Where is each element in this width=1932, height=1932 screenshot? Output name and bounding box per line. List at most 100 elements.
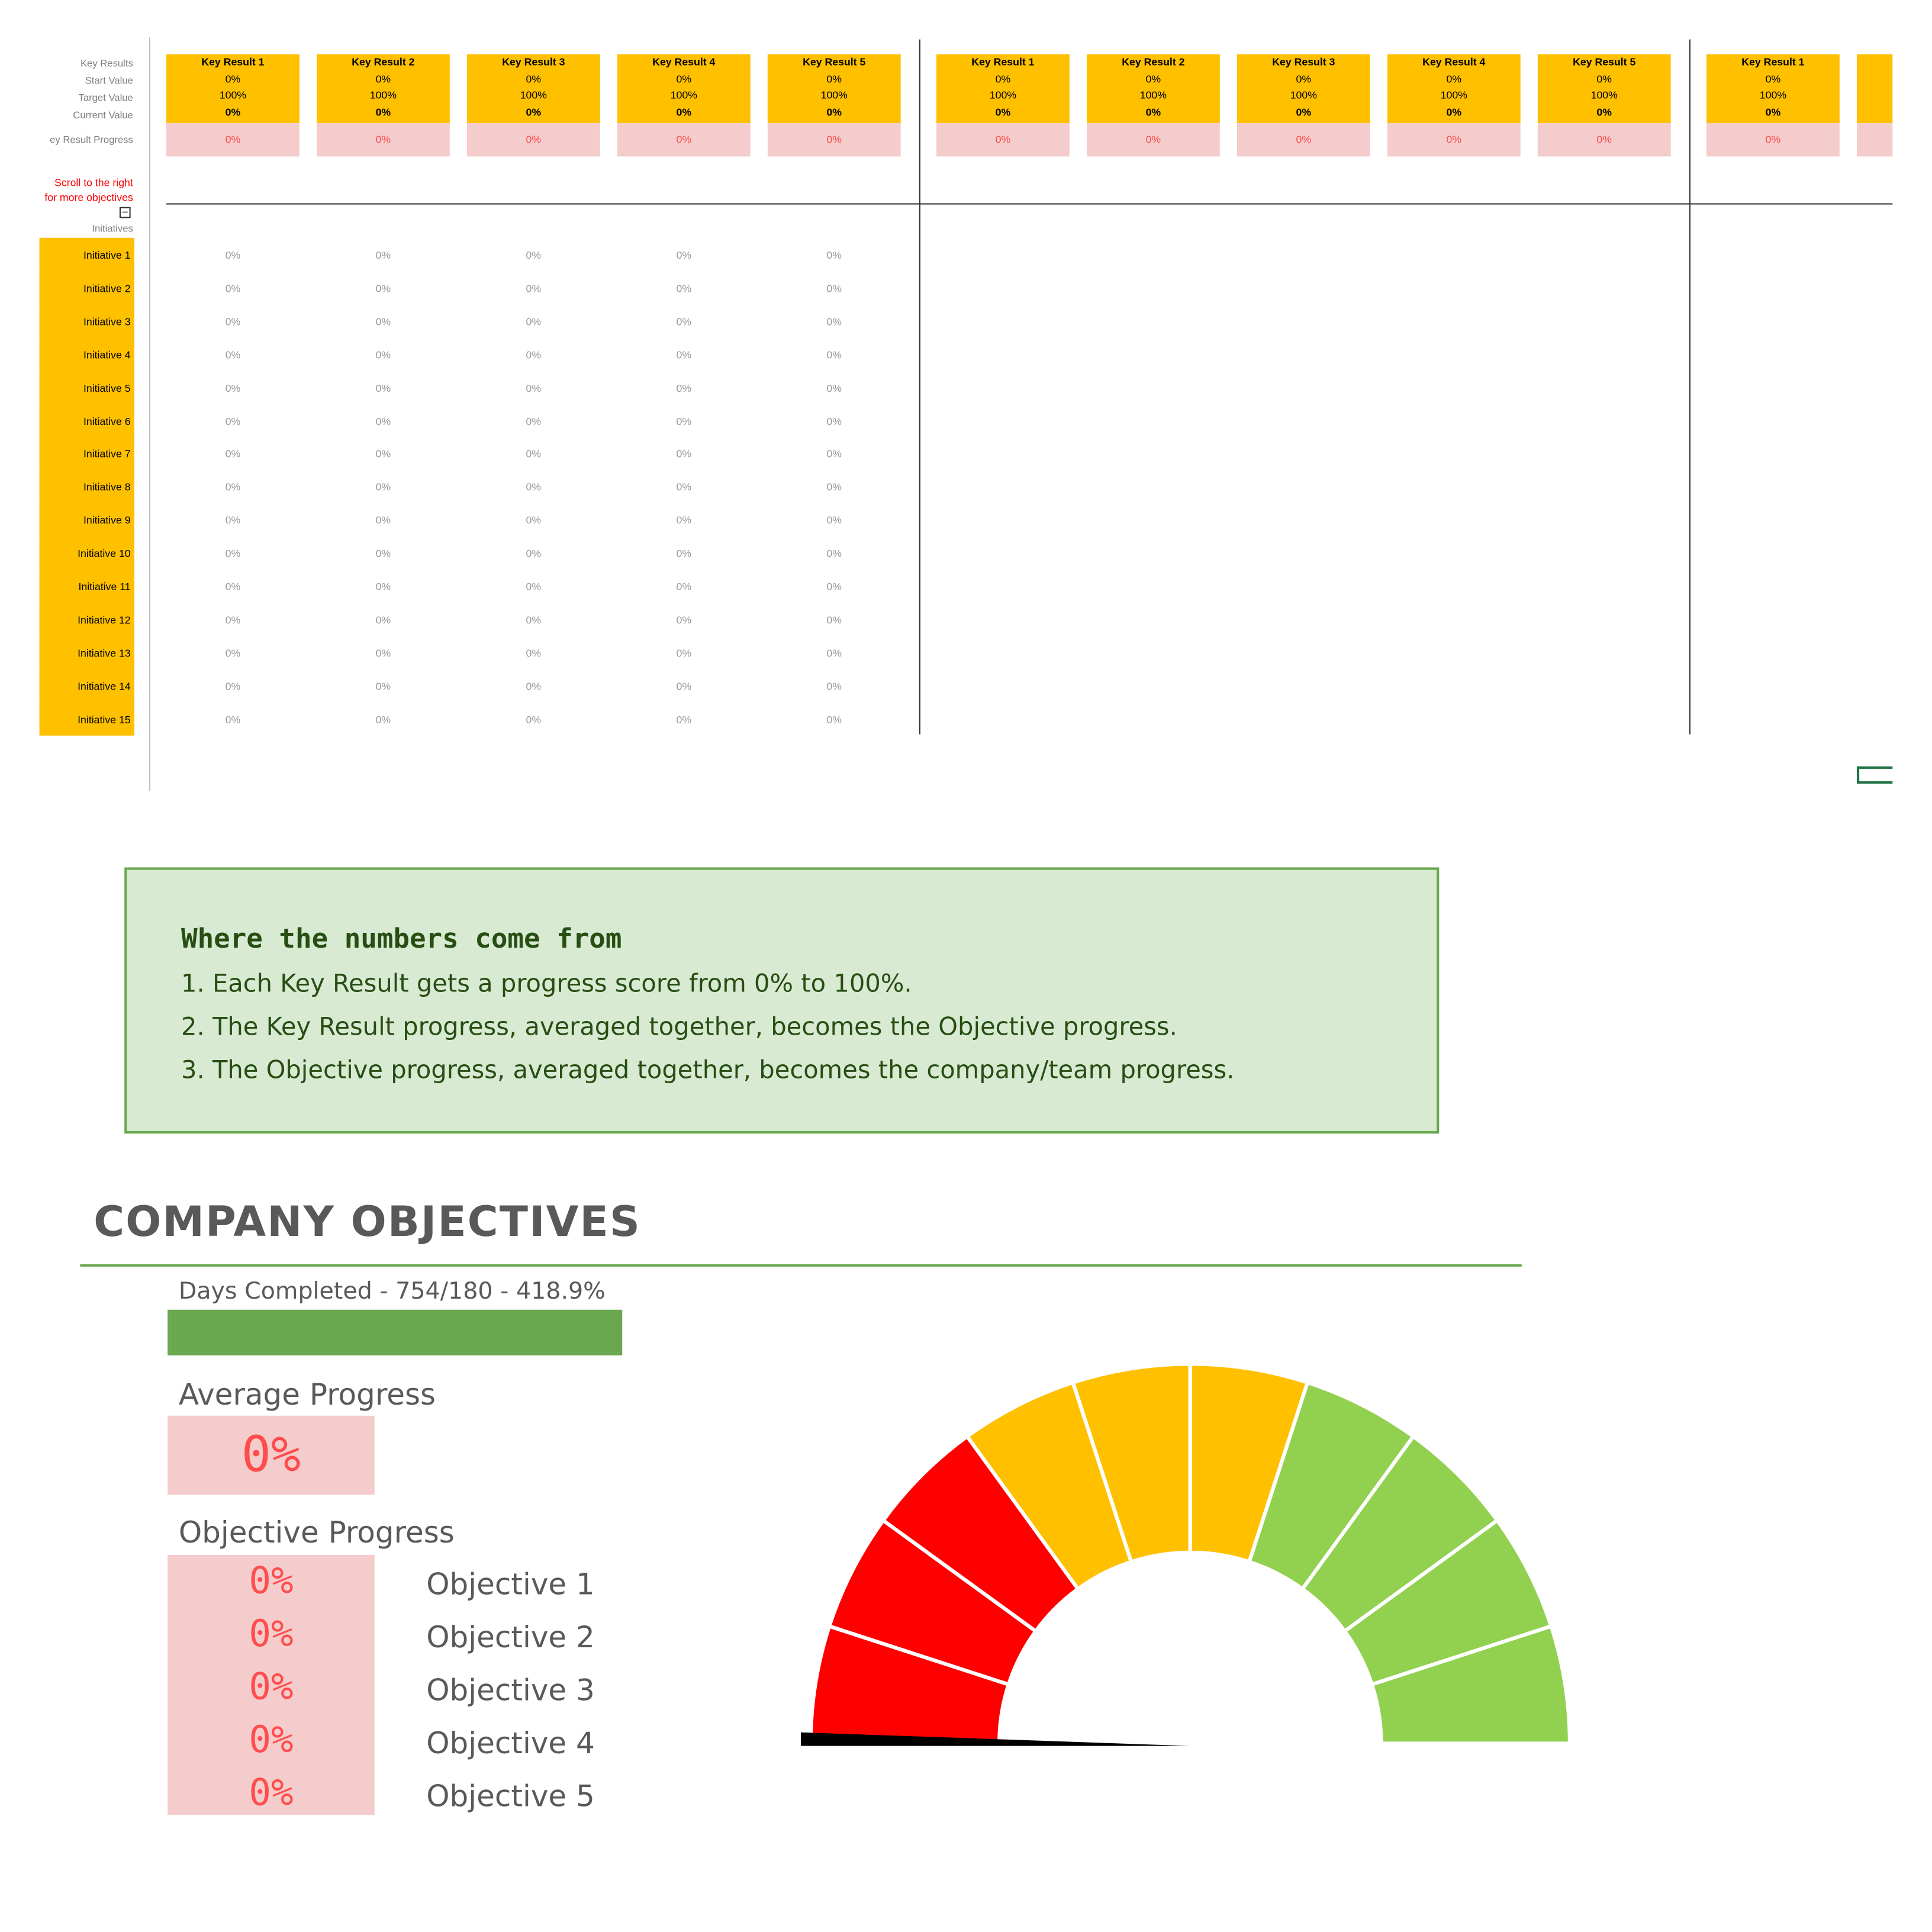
key-result-target[interactable]: 100%	[936, 88, 1070, 104]
initiative-value-cell[interactable]: 0%	[317, 282, 450, 294]
initiative-label[interactable]: Initiative 14	[39, 669, 134, 702]
initiative-value-cell[interactable]: 0%	[617, 646, 751, 659]
key-result-current[interactable]: 0%	[617, 104, 751, 121]
key-result-start[interactable]: 0%	[1087, 71, 1220, 88]
initiative-value-cell[interactable]: 0%	[166, 680, 300, 692]
key-result-target[interactable]: 100%	[1387, 88, 1521, 104]
key-result-start[interactable]: 0%	[617, 71, 751, 88]
initiative-value-cell[interactable]: 0%	[768, 414, 901, 427]
initiative-value-cell[interactable]: 0%	[617, 580, 751, 593]
initiative-value-cell[interactable]: 0%	[166, 481, 300, 493]
initiative-value-cell[interactable]: 0%	[467, 547, 600, 559]
initiative-value-cell[interactable]: 0%	[467, 481, 600, 493]
initiative-value-cell[interactable]: 0%	[617, 447, 751, 460]
initiative-value-cell[interactable]: 0%	[768, 646, 901, 659]
key-result-current[interactable]: 0%	[1237, 104, 1370, 121]
initiative-label[interactable]: Initiative 15	[39, 703, 134, 735]
key-result-title[interactable]: Key Result 5	[768, 54, 901, 71]
initiative-value-cell[interactable]: 0%	[317, 447, 450, 460]
initiative-value-cell[interactable]: 0%	[617, 381, 751, 394]
initiative-value-cell[interactable]: 0%	[467, 646, 600, 659]
key-result-title[interactable]: Key Result 1	[936, 54, 1070, 71]
initiative-label[interactable]: Initiative 12	[39, 603, 134, 636]
initiative-value-cell[interactable]: 0%	[617, 414, 751, 427]
initiative-label[interactable]: Initiative 13	[39, 636, 134, 669]
initiative-value-cell[interactable]: 0%	[617, 613, 751, 626]
initiative-value-cell[interactable]: 0%	[166, 547, 300, 559]
initiative-label[interactable]: Initiative 2	[39, 272, 134, 304]
key-result-target[interactable]: 100%	[768, 88, 901, 104]
key-result-current[interactable]: 0%	[1087, 104, 1220, 121]
initiative-value-cell[interactable]: 0%	[768, 514, 901, 526]
key-result-title[interactable]: Key Result 2	[1087, 54, 1220, 71]
initiative-label[interactable]: Initiative 3	[39, 305, 134, 337]
initiative-value-cell[interactable]: 0%	[467, 348, 600, 360]
initiative-value-cell[interactable]: 0%	[768, 613, 901, 626]
key-result-title[interactable]: Key Result 5	[1538, 54, 1671, 71]
initiative-value-cell[interactable]: 0%	[617, 547, 751, 559]
initiative-value-cell[interactable]: 0%	[768, 481, 901, 493]
initiative-value-cell[interactable]: 0%	[768, 447, 901, 460]
key-result-title[interactable]: Key Result 3	[467, 54, 600, 71]
key-result-current[interactable]: 0%	[768, 104, 901, 121]
key-result-title[interactable]: Key Result 4	[617, 54, 751, 71]
initiative-value-cell[interactable]: 0%	[768, 713, 901, 725]
initiative-value-cell[interactable]: 0%	[467, 680, 600, 692]
initiative-value-cell[interactable]: 0%	[617, 514, 751, 526]
key-result-start[interactable]: 0%	[1706, 71, 1840, 88]
initiative-value-cell[interactable]: 0%	[166, 249, 300, 261]
key-result-target[interactable]: 100%	[467, 88, 600, 104]
initiative-value-cell[interactable]: 0%	[617, 249, 751, 261]
initiative-value-cell[interactable]: 0%	[317, 580, 450, 593]
key-result-title[interactable]: Key Result 2	[317, 54, 450, 71]
initiative-value-cell[interactable]: 0%	[317, 381, 450, 394]
initiative-value-cell[interactable]: 0%	[768, 680, 901, 692]
initiative-label[interactable]: Initiative 1	[39, 239, 134, 271]
key-result-start[interactable]: 0%	[1538, 71, 1671, 88]
initiative-value-cell[interactable]: 0%	[467, 580, 600, 593]
initiative-label[interactable]: Initiative 4	[39, 338, 134, 371]
key-result-current[interactable]: 0%	[317, 104, 450, 121]
initiative-value-cell[interactable]: 0%	[768, 249, 901, 261]
key-result-current[interactable]: 0%	[467, 104, 600, 121]
initiative-value-cell[interactable]: 0%	[317, 713, 450, 725]
initiative-value-cell[interactable]: 0%	[166, 646, 300, 659]
key-result-start[interactable]: 0%	[768, 71, 901, 88]
initiative-value-cell[interactable]: 0%	[768, 547, 901, 559]
initiative-value-cell[interactable]: 0%	[317, 547, 450, 559]
initiative-label[interactable]: Initiative 5	[39, 371, 134, 404]
initiative-value-cell[interactable]: 0%	[768, 282, 901, 294]
key-result-current[interactable]: 0%	[1706, 104, 1840, 121]
key-result-start[interactable]: 0%	[166, 71, 300, 88]
key-result-title[interactable]: Key Result 1	[166, 54, 300, 71]
initiative-value-cell[interactable]: 0%	[166, 348, 300, 360]
initiative-value-cell[interactable]: 0%	[467, 414, 600, 427]
key-result-title[interactable]: Key Result 1	[1706, 54, 1840, 71]
key-result-start[interactable]: 0%	[936, 71, 1070, 88]
initiative-value-cell[interactable]: 0%	[166, 580, 300, 593]
initiative-value-cell[interactable]: 0%	[768, 381, 901, 394]
initiative-value-cell[interactable]: 0%	[166, 447, 300, 460]
initiative-value-cell[interactable]: 0%	[617, 282, 751, 294]
initiative-value-cell[interactable]: 0%	[166, 613, 300, 626]
key-result-target[interactable]: 100%	[1538, 88, 1671, 104]
initiative-value-cell[interactable]: 0%	[617, 481, 751, 493]
key-result-current[interactable]: 0%	[1387, 104, 1521, 121]
key-result-target[interactable]: 100%	[317, 88, 450, 104]
key-result-start[interactable]: 0%	[317, 71, 450, 88]
initiative-value-cell[interactable]: 0%	[166, 514, 300, 526]
key-result-title[interactable]: Key Result 3	[1237, 54, 1370, 71]
initiative-value-cell[interactable]: 0%	[467, 713, 600, 725]
key-result-start[interactable]: 0%	[1387, 71, 1521, 88]
initiative-label[interactable]: Initiative 6	[39, 404, 134, 437]
initiative-value-cell[interactable]: 0%	[166, 414, 300, 427]
key-result-target[interactable]: 100%	[166, 88, 300, 104]
initiative-label[interactable]: Initiative 7	[39, 437, 134, 470]
initiative-value-cell[interactable]: 0%	[467, 447, 600, 460]
initiative-value-cell[interactable]: 0%	[617, 713, 751, 725]
key-result-start[interactable]: 0%	[1237, 71, 1370, 88]
initiative-label[interactable]: Initiative 10	[39, 537, 134, 569]
selected-cell-outline[interactable]	[1856, 766, 1893, 784]
initiative-value-cell[interactable]: 0%	[768, 580, 901, 593]
initiative-value-cell[interactable]: 0%	[768, 315, 901, 327]
